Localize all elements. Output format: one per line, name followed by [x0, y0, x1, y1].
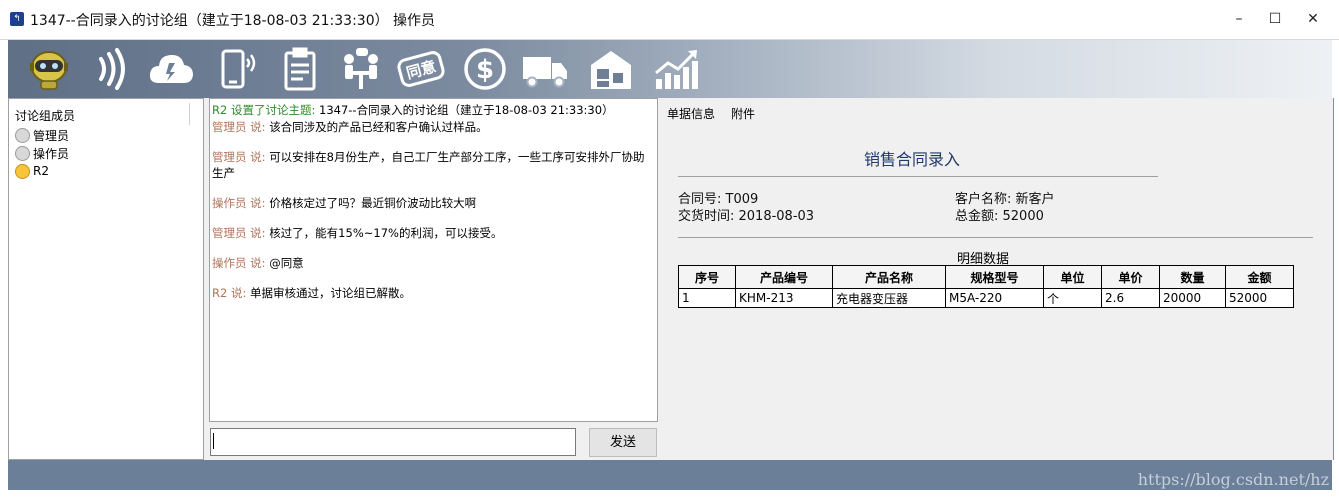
column-header[interactable]: 序号 [678, 265, 736, 289]
status-bar [8, 460, 1332, 490]
delivery-date: 交货时间: 2018-08-03 [678, 209, 815, 224]
column-header[interactable]: 规格型号 [945, 265, 1044, 289]
member-list-panel: 讨论组成员 管理员 操作员 R2 [8, 98, 204, 460]
member-item[interactable]: 管理员 [15, 126, 69, 144]
sound-waves-icon[interactable] [86, 44, 136, 94]
chat-message: 管理员 说: 核过了，能有15%~17%的利润，可以接受。 [212, 225, 652, 241]
offline-face-icon [15, 145, 30, 161]
table-cell[interactable]: 充电器变压器 [832, 288, 946, 308]
member-item[interactable]: R2 [15, 162, 49, 180]
table-cell[interactable]: 20000 [1159, 288, 1226, 308]
table-cell[interactable]: 2.6 [1101, 288, 1160, 308]
table-cell[interactable]: 个 [1043, 288, 1102, 308]
column-header[interactable]: 产品编号 [735, 265, 833, 289]
maximize-button[interactable]: ☐ [1255, 6, 1295, 32]
message-input[interactable] [210, 428, 576, 456]
detail-table: 序号 产品编号 产品名称 规格型号 单位 单价 数量 金额 1 KHM-213 … [678, 265, 1294, 308]
chat-message: R2 设置了讨论主题: 1347--合同录入的讨论组（建立于18-08-03 2… [212, 102, 652, 118]
message-text: 1347--合同录入的讨论组（建立于18-08-03 21:33:30） [319, 103, 614, 117]
robot-avatar-icon[interactable] [24, 44, 74, 94]
agree-stamp-icon[interactable]: 同意 [396, 44, 446, 94]
online-face-icon [15, 163, 30, 179]
column-header[interactable]: 单位 [1043, 265, 1102, 289]
member-item[interactable]: 操作员 [15, 144, 69, 162]
table-cell[interactable]: M5A-220 [945, 288, 1044, 308]
chat-message: 操作员 说: 价格核定过了吗？最近铜价波动比较大啊 [212, 195, 652, 211]
message-text: 核过了，能有15%~17%的利润，可以接受。 [269, 226, 503, 240]
svg-text:$: $ [476, 55, 494, 85]
total-amount: 总金额: 52000 [955, 209, 1044, 224]
chat-message: 操作员 说: @同意 [212, 255, 652, 271]
table-row[interactable]: 1 KHM-213 充电器变压器 M5A-220 个 2.6 20000 520… [678, 288, 1294, 308]
column-divider[interactable] [189, 103, 190, 125]
mobile-phone-icon[interactable] [212, 44, 262, 94]
member-list-header: 讨论组成员 [15, 109, 76, 123]
table-cell[interactable]: 1 [678, 288, 736, 308]
dollar-icon[interactable]: $ [460, 44, 510, 94]
minimize-button[interactable]: – [1219, 6, 1259, 32]
message-sender: 管理员 说: [212, 226, 266, 240]
tab-attachments[interactable]: 附件 [731, 105, 755, 122]
column-header[interactable]: 单价 [1101, 265, 1160, 289]
document-title: 销售合同录入 [864, 150, 961, 169]
clipboard-icon[interactable] [276, 44, 326, 94]
member-name: 操作员 [33, 146, 70, 161]
close-button[interactable]: ✕ [1293, 6, 1333, 32]
tab-bar: 单据信息 附件 [660, 98, 1332, 128]
toolbar: 同意 $ [8, 40, 1332, 98]
tab-document-info[interactable]: 单据信息 [667, 105, 715, 122]
chat-message: 管理员 说: 可以安排在8月份生产，自己工厂生产部分工序，一些工序可安排外厂协助… [212, 149, 652, 181]
watermark-text: https://blog.csdn.net/hz [1137, 470, 1329, 489]
message-sender: 操作员 说: [212, 256, 266, 270]
message-sender: 操作员 说: [212, 196, 266, 210]
chat-message: R2 说: 单据审核通过，讨论组已解散。 [212, 285, 652, 301]
meeting-icon[interactable] [336, 44, 386, 94]
section-divider [678, 237, 1313, 238]
message-text: 该合同涉及的产品已经和客户确认过样品。 [269, 120, 488, 134]
message-sender: 管理员 说: [212, 150, 266, 164]
cloud-icon[interactable] [146, 44, 196, 94]
message-sender: R2 设置了讨论主题: [212, 103, 316, 117]
delivery-truck-icon[interactable] [520, 44, 570, 94]
message-text: 可以安排在8月份生产，自己工厂生产部分工序，一些工序可安排外厂协助生产 [212, 150, 645, 180]
title-bar: ↰ 1347--合同录入的讨论组（建立于18-08-03 21:33:30） 操… [0, 0, 1339, 40]
warehouse-icon[interactable] [586, 44, 636, 94]
member-name: R2 [33, 164, 49, 178]
message-text: 价格核定过了吗？最近铜价波动比较大啊 [269, 196, 477, 210]
window-title: 1347--合同录入的讨论组（建立于18-08-03 21:33:30） 操作员 [30, 13, 436, 29]
message-text: @同意 [269, 256, 304, 270]
app-icon: ↰ [10, 12, 24, 26]
table-cell[interactable]: 52000 [1225, 288, 1294, 308]
offline-face-icon [15, 127, 30, 143]
member-name: 管理员 [33, 128, 70, 143]
message-sender: R2 说: [212, 286, 247, 300]
column-header[interactable]: 数量 [1159, 265, 1226, 289]
column-header[interactable]: 金额 [1225, 265, 1294, 289]
growth-chart-icon[interactable] [651, 44, 701, 94]
chat-log[interactable]: R2 设置了讨论主题: 1347--合同录入的讨论组（建立于18-08-03 2… [209, 98, 658, 422]
column-header[interactable]: 产品名称 [832, 265, 946, 289]
title-divider [678, 176, 1158, 177]
message-text: 单据审核通过，讨论组已解散。 [250, 286, 411, 300]
table-cell[interactable]: KHM-213 [735, 288, 833, 308]
table-header-row: 序号 产品编号 产品名称 规格型号 单位 单价 数量 金额 [678, 265, 1294, 289]
send-button[interactable]: 发送 [589, 428, 657, 457]
text-caret [213, 433, 214, 449]
message-sender: 管理员 说: [212, 120, 266, 134]
chat-message: 管理员 说: 该合同涉及的产品已经和客户确认过样品。 [212, 119, 652, 135]
